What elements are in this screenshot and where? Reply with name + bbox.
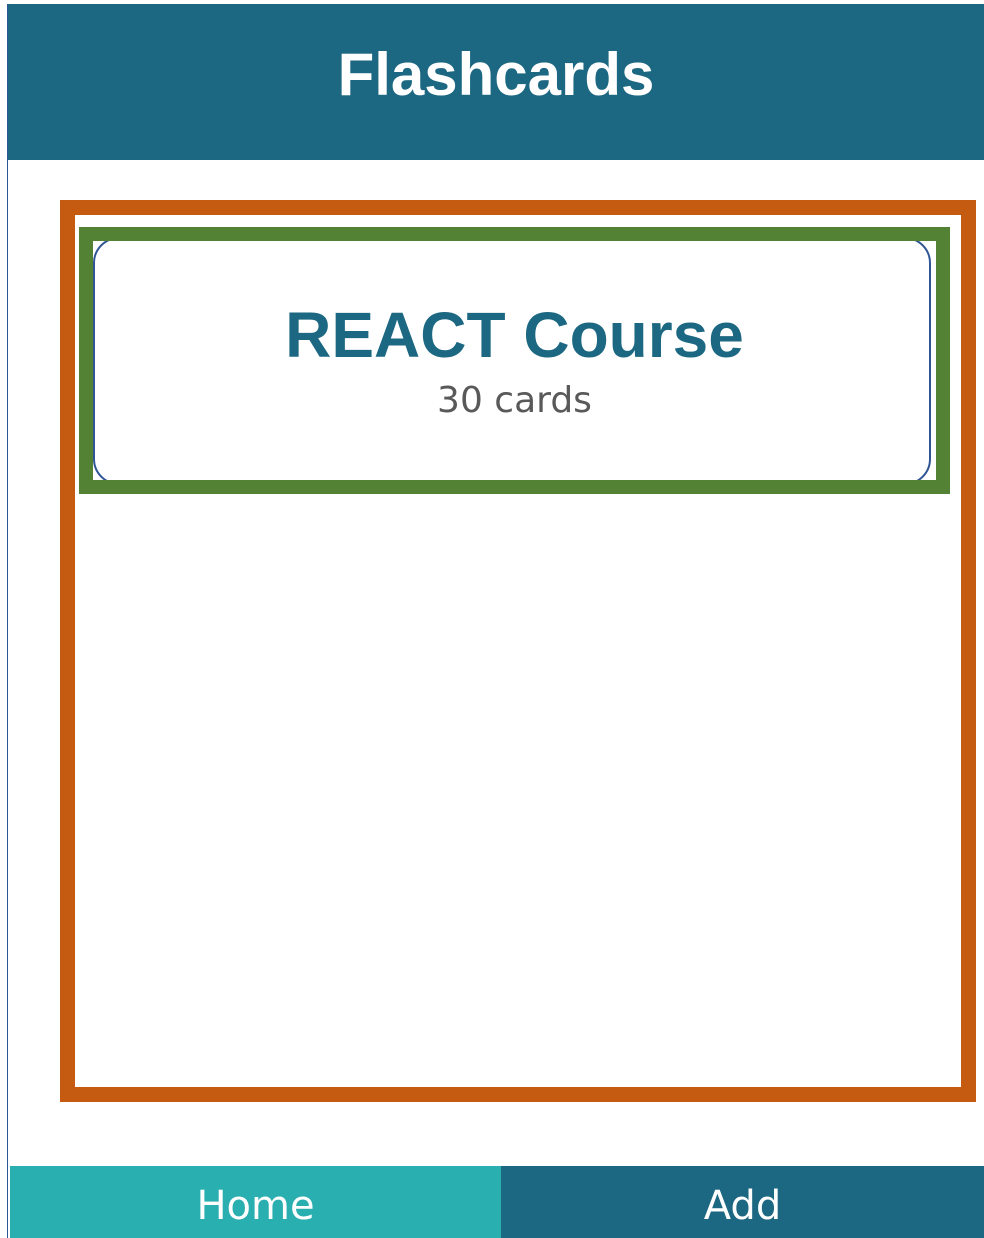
app-title: Flashcards	[337, 40, 655, 108]
app-header: Flashcards	[8, 4, 984, 160]
deck-title: REACT Course	[285, 299, 744, 371]
app-screen: Flashcards REACT Course 30 cards Home Ad…	[0, 0, 984, 1238]
bottom-tab-bar: Home Add	[10, 1166, 984, 1238]
screen-border	[7, 4, 8, 1238]
tab-home[interactable]: Home	[10, 1166, 501, 1238]
tab-add[interactable]: Add	[501, 1166, 984, 1238]
deck-list-item[interactable]: REACT Course 30 cards	[79, 227, 950, 494]
deck-card-count: 30 cards	[437, 380, 592, 421]
